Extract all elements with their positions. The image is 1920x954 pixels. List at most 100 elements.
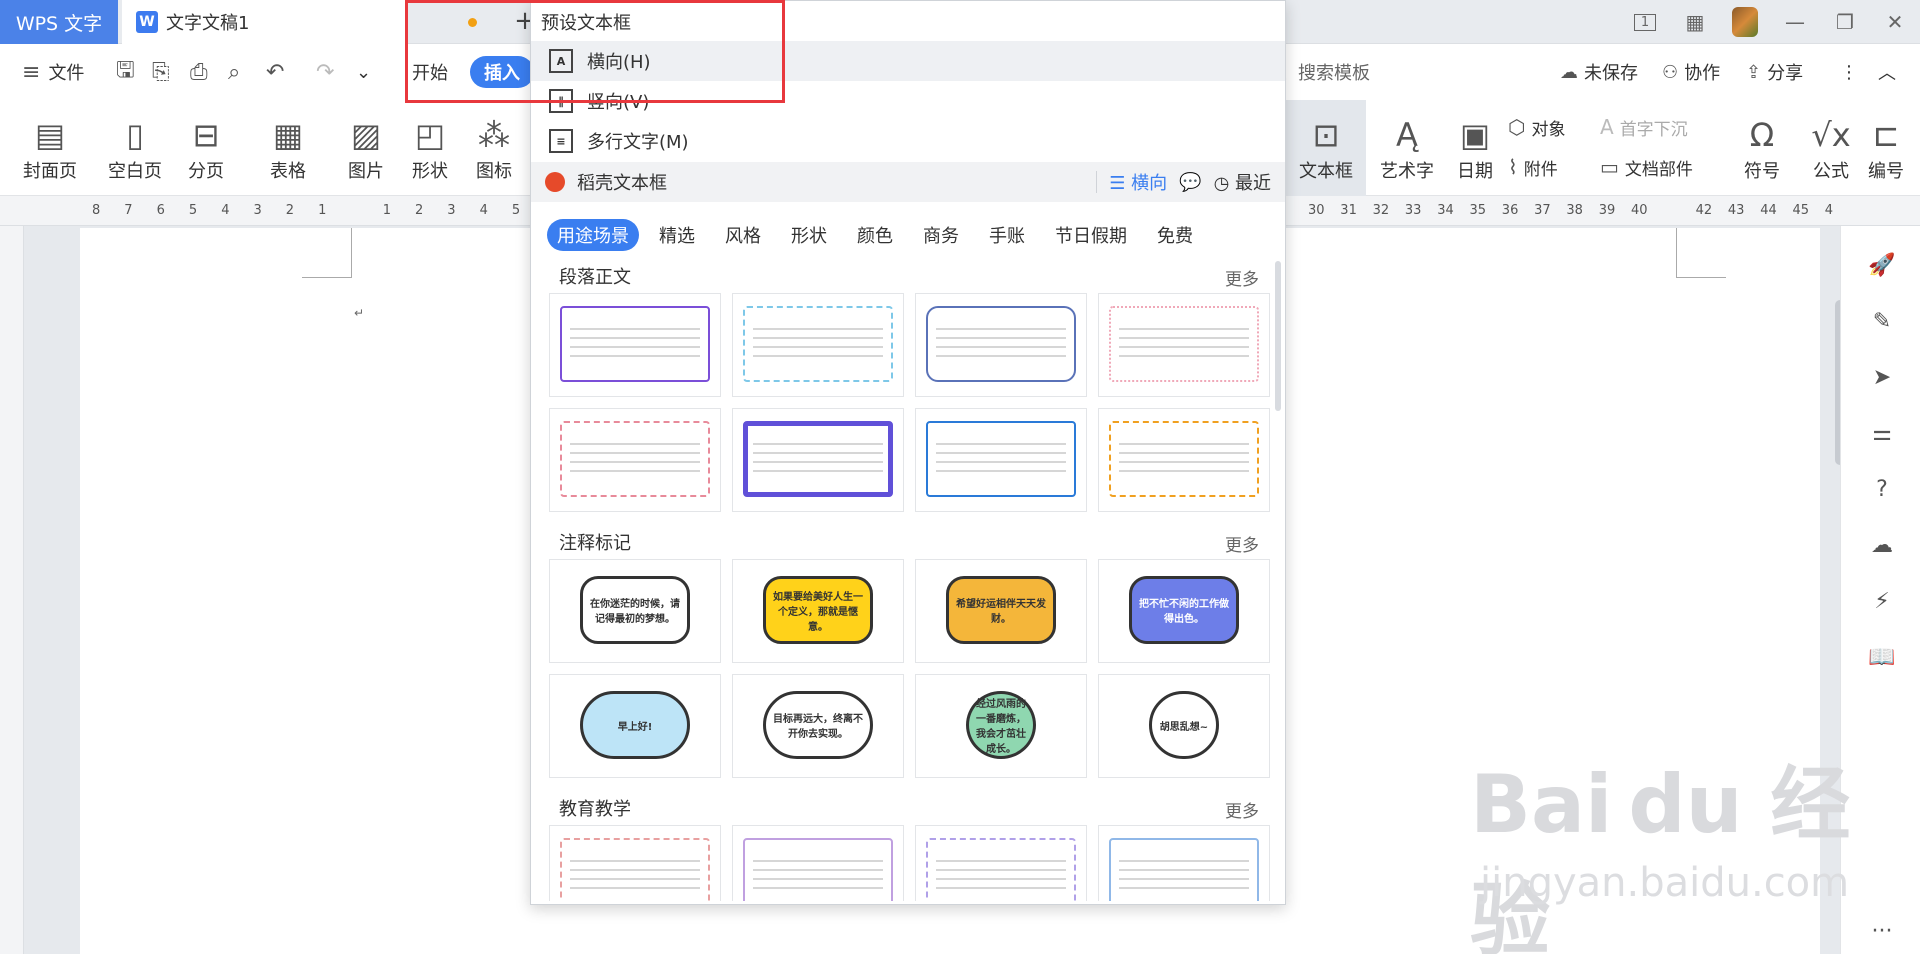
template-thumbnail[interactable]: 把不忙不闲的工作做得出色。 (1098, 559, 1270, 663)
template-thumbnail[interactable] (732, 293, 904, 397)
table-button[interactable]: ▦ 表格 (256, 100, 320, 196)
search-template-input[interactable]: 、搜索模板 (1280, 56, 1370, 88)
template-thumbnail[interactable]: 经过风雨的一番磨炼，我会才茁壮成长。 (915, 674, 1087, 778)
more-link-annotation[interactable]: 更多 (1225, 531, 1259, 556)
share-button[interactable]: ⇪ 分享 (1746, 56, 1803, 88)
cover-page-button[interactable]: ▤ 封面页 (10, 100, 90, 196)
book-icon[interactable]: 📖 (1867, 642, 1897, 672)
rocket-icon[interactable]: 🚀 (1867, 250, 1897, 280)
doc-part-button[interactable]: ▭ 文档部件 (1600, 152, 1693, 182)
filter-chip[interactable]: 颜色 (847, 219, 903, 251)
vertical-ruler[interactable] (0, 226, 24, 954)
template-thumbnail[interactable] (732, 825, 904, 901)
baidu-watermark: Bai du 经验 (1470, 758, 1851, 954)
filter-chip[interactable]: 精选 (649, 219, 705, 251)
grid-apps-icon[interactable]: ▦ (1670, 0, 1720, 44)
undo-button[interactable]: ↶ (266, 56, 284, 88)
date-button[interactable]: ▣ 日期 (1448, 100, 1502, 196)
filter-chip[interactable]: 节日假期 (1045, 219, 1137, 251)
collapse-ribbon-icon[interactable]: ︿ (1878, 56, 1896, 88)
comment-icon[interactable]: 💬 (1179, 172, 1201, 193)
save-button[interactable]: 🖫 (116, 56, 135, 88)
redo-button[interactable]: ↷ (316, 56, 334, 88)
more-link-education[interactable]: 更多 (1225, 797, 1259, 822)
template-thumbnail[interactable] (549, 825, 721, 901)
cloud-settings-icon[interactable]: ☁ (1867, 530, 1897, 560)
attachment-button[interactable]: ⌇ 附件 (1508, 152, 1558, 182)
textbox-label: 文本框 (1299, 161, 1353, 182)
orientation-toggle[interactable]: ☰ 横向 (1109, 169, 1167, 195)
template-thumbnail[interactable]: 早上好! (549, 674, 721, 778)
template-thumbnail[interactable] (1098, 825, 1270, 901)
recent-button[interactable]: ◷ 最近 (1214, 169, 1271, 195)
preview-icon: ⌕ (228, 59, 241, 85)
picture-label: 图片 (348, 161, 384, 182)
pen-icon[interactable]: ✎ (1867, 306, 1897, 336)
unsaved-button[interactable]: ☁ 未保存 (1560, 56, 1638, 88)
template-thumbnail[interactable] (915, 408, 1087, 512)
wordart-label: 艺术字 (1380, 161, 1434, 182)
export-pdf-button[interactable]: ⎘ (152, 56, 170, 88)
clock-icon: ◷ (1213, 173, 1235, 194)
doc-part-label: 文档部件 (1624, 159, 1693, 180)
ruler-tick-label: 42 (1695, 203, 1713, 218)
quick-access-dropdown[interactable]: ⌄ (356, 56, 371, 88)
picture-button[interactable]: ▨ 图片 (334, 100, 398, 196)
page-break-button[interactable]: ⊟ 分页 (174, 100, 238, 196)
multiline-textbox-item[interactable]: ≡ 多行文字(M) (531, 121, 1285, 161)
template-thumbnail[interactable]: 目标再远大，终离不开你去实现。 (732, 674, 904, 778)
numbering-button[interactable]: ⊏ 编号 (1866, 100, 1906, 196)
drop-cap-button[interactable]: A 首字下沉 (1600, 112, 1688, 142)
document-tab[interactable]: W 文字文稿1 (122, 0, 406, 44)
page-view-icon[interactable]: 1 (1620, 0, 1670, 44)
template-thumbnail[interactable] (549, 293, 721, 397)
template-thumbnail[interactable] (915, 293, 1087, 397)
file-menu[interactable]: ≡ 文件 (22, 56, 84, 88)
formula-button[interactable]: √x 公式 (1798, 100, 1864, 196)
blank-page-icon: ▯ (126, 116, 144, 154)
more-link-body[interactable]: 更多 (1225, 265, 1259, 290)
filter-chip[interactable]: 形状 (781, 219, 837, 251)
wordart-button[interactable]: Ą 艺术字 (1372, 100, 1442, 196)
filter-chip[interactable]: 用途场景 (547, 219, 639, 251)
object-button[interactable]: ⬡ 对象 (1508, 112, 1565, 142)
template-thumbnail[interactable] (915, 825, 1087, 901)
numbering-icon: ⊏ (1872, 116, 1900, 154)
lightning-icon[interactable]: ⚡ (1867, 586, 1897, 616)
shape-button[interactable]: ◰ 形状 (398, 100, 462, 196)
dropdown-scrollbar[interactable] (1275, 261, 1281, 411)
symbol-button[interactable]: Ω 符号 (1728, 100, 1796, 196)
textbox-button[interactable]: ⊡ 文本框 (1286, 100, 1366, 196)
blank-page-button[interactable]: ▯ 空白页 (98, 100, 172, 196)
filter-chip[interactable]: 风格 (715, 219, 771, 251)
avatar[interactable] (1720, 0, 1770, 44)
minimize-icon[interactable]: — (1770, 0, 1820, 44)
template-thumbnail[interactable]: 胡思乱想~ (1098, 674, 1270, 778)
template-thumbnail[interactable] (1098, 293, 1270, 397)
app-tab-wps[interactable]: WPS 文字 (0, 0, 118, 44)
template-thumbnail[interactable]: 希望好运相伴天天发财。 (915, 559, 1087, 663)
page-break-label: 分页 (188, 161, 224, 182)
restore-icon[interactable]: ❐ (1820, 0, 1870, 44)
collab-button[interactable]: ⚇ 协作 (1662, 56, 1720, 88)
template-thumbnail[interactable] (732, 408, 904, 512)
template-thumbnail[interactable] (1098, 408, 1270, 512)
filter-chip[interactable]: 手账 (979, 219, 1035, 251)
help-icon[interactable]: ? (1867, 474, 1897, 504)
template-thumbnail[interactable]: 如果要给美好人生一个定义，那就是惬意。 (732, 559, 904, 663)
wordart-icon: Ą (1396, 116, 1418, 154)
icon-button[interactable]: ⁂ 图标 (462, 100, 526, 196)
sliders-icon[interactable]: ⚌ (1867, 418, 1897, 448)
template-thumbnail[interactable] (549, 408, 721, 512)
more-options-icon[interactable]: ⋮ (1840, 56, 1858, 88)
print-preview-button[interactable]: ⌕ (228, 56, 240, 88)
template-thumbnail[interactable]: 在你迷茫的时候，请记得最初的梦想。 (549, 559, 721, 663)
shape-icon: ◰ (414, 116, 446, 154)
filter-chip[interactable]: 商务 (913, 219, 969, 251)
filter-chip[interactable]: 免费 (1147, 219, 1203, 251)
print-button[interactable]: ⎙ (190, 56, 208, 88)
cursor-icon[interactable]: ➤ (1867, 362, 1897, 392)
ruler-tick-label: 36 (1501, 203, 1519, 218)
ruler-tick-label: 4 (479, 203, 488, 218)
close-icon[interactable]: ✕ (1870, 0, 1920, 44)
